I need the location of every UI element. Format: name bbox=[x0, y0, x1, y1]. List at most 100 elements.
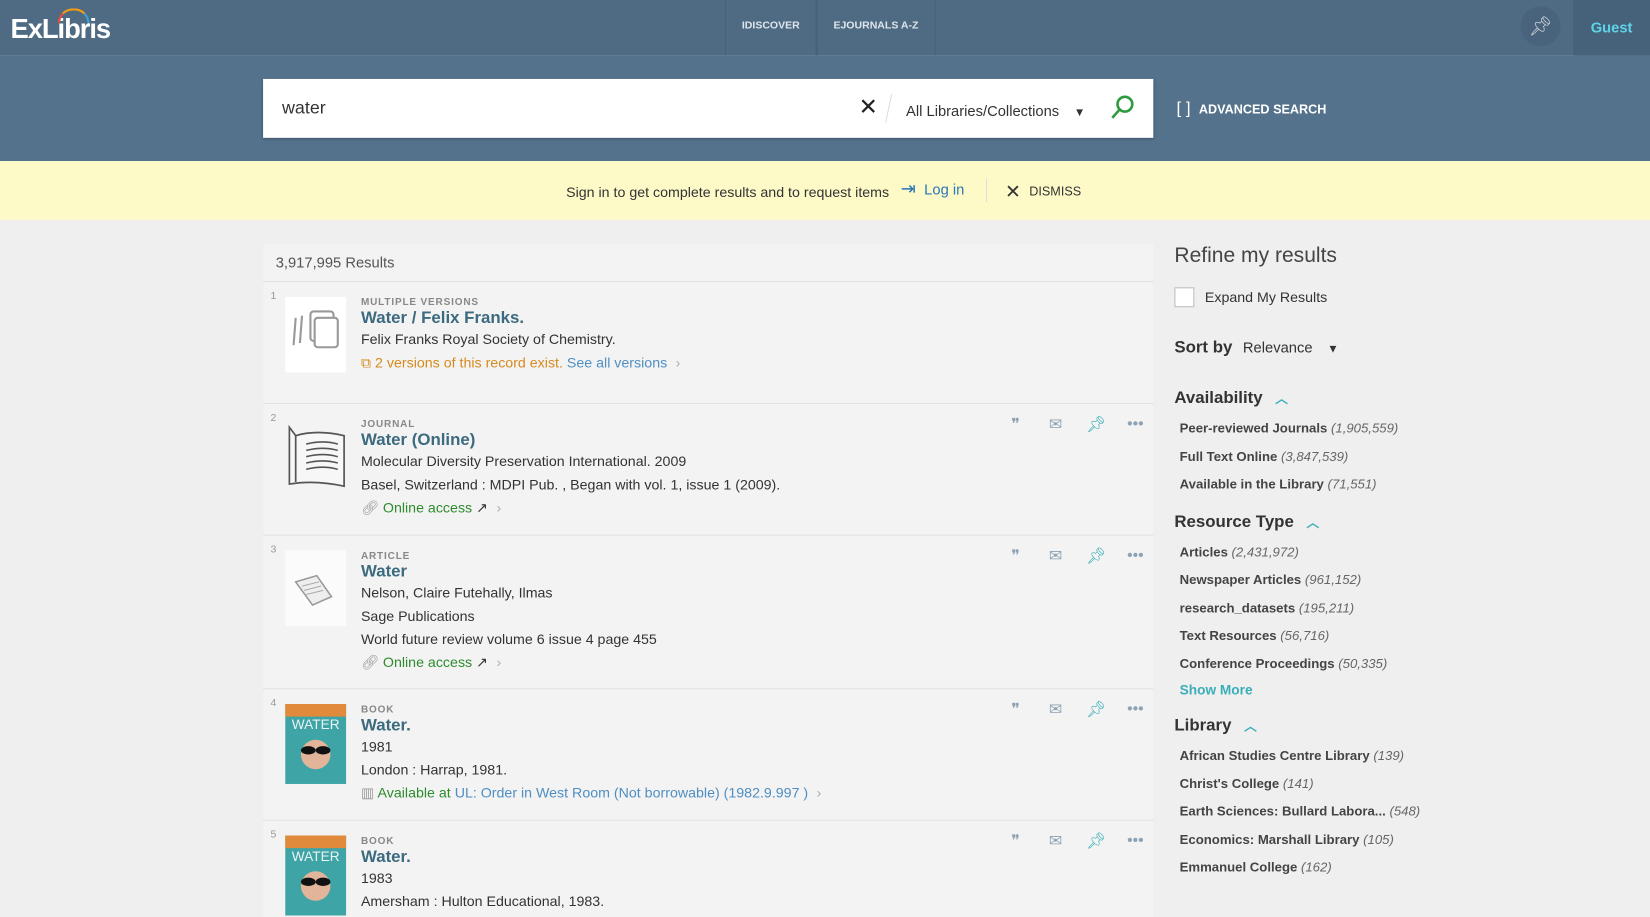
pin-icon[interactable]: 📌︎ bbox=[1086, 700, 1106, 719]
pin-icon[interactable]: 📌︎ bbox=[1086, 415, 1106, 434]
result-number: 3 bbox=[270, 544, 277, 556]
result-number: 4 bbox=[270, 697, 277, 710]
expand-results-checkbox[interactable]: Expand My Results bbox=[1174, 287, 1637, 308]
location-link[interactable]: UL: Order in West Room (Not borrowable) … bbox=[455, 785, 808, 801]
facet-item[interactable]: Articles (2,431,972) bbox=[1174, 545, 1637, 573]
nav-ejournals[interactable]: EJOURNALS A-Z bbox=[816, 0, 936, 56]
sort-dropdown[interactable]: Relevance bbox=[1243, 339, 1313, 356]
result-item[interactable]: 5 WATER ❞ ✉︎ 📌︎ ••• BOOK Water. 1983 Amersham :… bbox=[263, 821, 1153, 917]
svg-text:WATER: WATER bbox=[292, 717, 340, 732]
citation-icon[interactable]: ❞ bbox=[1006, 415, 1025, 434]
result-actions: ❞ ✉︎ 📌︎ ••• bbox=[1006, 700, 1145, 719]
versions-thumbnail[interactable] bbox=[285, 296, 347, 373]
signin-banner: Sign in to get complete results and to r… bbox=[0, 161, 1650, 220]
facet-item[interactable]: Christ's College (141) bbox=[1174, 776, 1637, 804]
search-band: ✕ All Libraries/Collections▼ [ ]ADVANCED… bbox=[0, 55, 1650, 162]
facet-item[interactable]: Peer-reviewed Journals (1,905,559) bbox=[1174, 421, 1637, 449]
chevron-up-icon: ︿ bbox=[1306, 515, 1320, 530]
result-actions: ❞ ✉︎ 📌︎ ••• bbox=[1006, 415, 1145, 434]
show-more-link[interactable]: Show More bbox=[1174, 682, 1637, 698]
svg-text:WATER: WATER bbox=[292, 849, 340, 864]
result-item[interactable]: 3 ❞ ✉︎ 📌︎ ••• ARTICLE Water Nelson, Claire Fu… bbox=[263, 536, 1154, 690]
more-actions-icon[interactable]: ••• bbox=[1126, 546, 1145, 565]
facet-group: Library ︿ African Studies Centre Library (… bbox=[1174, 717, 1637, 888]
facet-header[interactable]: Availability ︿ bbox=[1174, 389, 1637, 408]
result-detail: Molecular Diversity Preservation Interna… bbox=[360, 453, 687, 470]
facet-item[interactable]: Economics: Marshall Library (105) bbox=[1174, 832, 1637, 860]
cover-thumbnail[interactable]: WATER bbox=[285, 835, 347, 916]
result-detail: Nelson, Claire Futehally, Ilmas bbox=[360, 585, 553, 601]
facet-item[interactable]: African Studies Centre Library (139) bbox=[1174, 748, 1637, 776]
link-icon: 🔗︎ bbox=[360, 499, 383, 516]
citation-icon[interactable]: ❞ bbox=[1006, 831, 1025, 850]
chevron-right-icon: › bbox=[675, 354, 681, 371]
pinned-items-button[interactable]: 📌︎ bbox=[1520, 6, 1561, 47]
facet-group: Resource Type ︿ Articles (2,431,972) Newspa… bbox=[1174, 513, 1637, 698]
result-actions: ❞ ✉︎ 📌︎ ••• bbox=[1006, 831, 1145, 850]
results-count: 3,917,995 Results bbox=[263, 244, 1154, 283]
result-title[interactable]: Water bbox=[361, 563, 1153, 582]
more-actions-icon[interactable]: ••• bbox=[1126, 415, 1145, 434]
facet-item[interactable]: Conference Proceedings (50,335) bbox=[1174, 656, 1637, 684]
nav-idiscover[interactable]: IDISCOVER bbox=[725, 0, 817, 56]
book-icon: ▥ bbox=[360, 785, 378, 801]
email-icon[interactable]: ✉︎ bbox=[1046, 415, 1065, 434]
chevron-right-icon: › bbox=[496, 499, 502, 516]
result-detail: Basel, Switzerland : MDPI Pub. , Began w… bbox=[360, 476, 781, 493]
online-access-link[interactable]: 🔗︎ Online access ↗ › bbox=[361, 500, 1153, 517]
pin-icon[interactable]: 📌︎ bbox=[1086, 831, 1106, 850]
result-item[interactable]: 1 MULTIPLE VERSIONS Water / Felix Franks… bbox=[263, 282, 1154, 405]
versions-icon: ⧉ bbox=[360, 354, 376, 371]
brackets-icon: [ ] bbox=[1176, 99, 1191, 118]
result-detail: Felix Franks Royal Society of Chemistry. bbox=[360, 331, 616, 348]
facet-header[interactable]: Library ︿ bbox=[1174, 717, 1637, 736]
facet-item[interactable]: Text Resources (56,716) bbox=[1174, 628, 1637, 656]
result-title[interactable]: Water. bbox=[361, 848, 1153, 867]
citation-icon[interactable]: ❞ bbox=[1006, 700, 1025, 719]
facet-item[interactable]: Emmanuel College (162) bbox=[1174, 860, 1637, 888]
advanced-search-link[interactable]: [ ] ADVANCED SEARCH bbox=[1176, 100, 1326, 119]
article-thumbnail[interactable] bbox=[285, 550, 347, 639]
facet-item[interactable]: Available in the Library (71,551) bbox=[1174, 477, 1637, 505]
more-actions-icon[interactable]: ••• bbox=[1126, 700, 1145, 719]
search-input[interactable] bbox=[282, 93, 830, 124]
result-title[interactable]: Water. bbox=[361, 717, 1153, 736]
external-link-icon: ↗ bbox=[476, 499, 489, 516]
facet-item[interactable]: research_datasets (195,211) bbox=[1174, 600, 1637, 628]
see-all-versions-link[interactable]: See all versions bbox=[567, 355, 667, 371]
top-bar: ExLibris IDISCOVER EJOURNALS A-Z 📌︎ Gues… bbox=[0, 0, 1650, 56]
result-number: 2 bbox=[270, 412, 277, 425]
result-title[interactable]: Water (Online) bbox=[361, 431, 1153, 450]
link-icon: 🔗︎ bbox=[360, 654, 383, 671]
refine-title: Refine my results bbox=[1174, 244, 1337, 268]
result-number: 1 bbox=[270, 290, 277, 303]
journal-thumbnail[interactable] bbox=[285, 419, 346, 495]
scope-dropdown[interactable]: All Libraries/Collections ▼ bbox=[906, 102, 1085, 119]
caret-down-icon: ▼ bbox=[1327, 343, 1339, 356]
search-icon[interactable] bbox=[1109, 94, 1136, 129]
result-item[interactable]: 2 ❞ ✉︎ 📌︎ ••• JOURNAL Water (Online) Molecula… bbox=[263, 404, 1154, 536]
chevron-right-icon: › bbox=[496, 654, 502, 671]
dismiss-button[interactable]: ✕ DISMISS bbox=[1005, 181, 1081, 203]
resource-type: MULTIPLE VERSIONS bbox=[360, 296, 479, 309]
facet-item[interactable]: Newspaper Articles (961,152) bbox=[1174, 572, 1637, 600]
facet-item[interactable]: Full Text Online (3,847,539) bbox=[1174, 449, 1637, 477]
facet-header[interactable]: Resource Type ︿ bbox=[1174, 513, 1637, 532]
clear-search-icon[interactable]: ✕ bbox=[859, 94, 878, 121]
sort-by: Sort by Relevance ▼ bbox=[1174, 338, 1339, 357]
email-icon[interactable]: ✉︎ bbox=[1046, 546, 1065, 565]
result-item[interactable]: 4 WATER ❞ ✉︎ 📌︎ ••• BOOK Water. 1981 London : H… bbox=[263, 689, 1154, 821]
pin-icon: 📌︎ bbox=[1528, 15, 1553, 37]
pin-icon[interactable]: 📌︎ bbox=[1086, 546, 1106, 565]
guest-user-button[interactable]: Guest bbox=[1573, 0, 1650, 56]
result-title[interactable]: Water / Felix Franks. bbox=[361, 309, 1153, 328]
login-link[interactable]: ⇥ Log in bbox=[901, 179, 965, 200]
facet-item[interactable]: Earth Sciences: Bullard Labora... (548) bbox=[1174, 804, 1637, 832]
online-access-link[interactable]: 🔗︎ Online access ↗ › bbox=[361, 655, 1153, 672]
citation-icon[interactable]: ❞ bbox=[1006, 546, 1025, 565]
email-icon[interactable]: ✉︎ bbox=[1046, 700, 1065, 719]
cover-thumbnail[interactable]: WATER bbox=[285, 703, 347, 784]
email-icon[interactable]: ✉︎ bbox=[1046, 831, 1065, 850]
more-actions-icon[interactable]: ••• bbox=[1126, 831, 1145, 850]
exlibris-logo[interactable]: ExLibris bbox=[11, 8, 111, 46]
